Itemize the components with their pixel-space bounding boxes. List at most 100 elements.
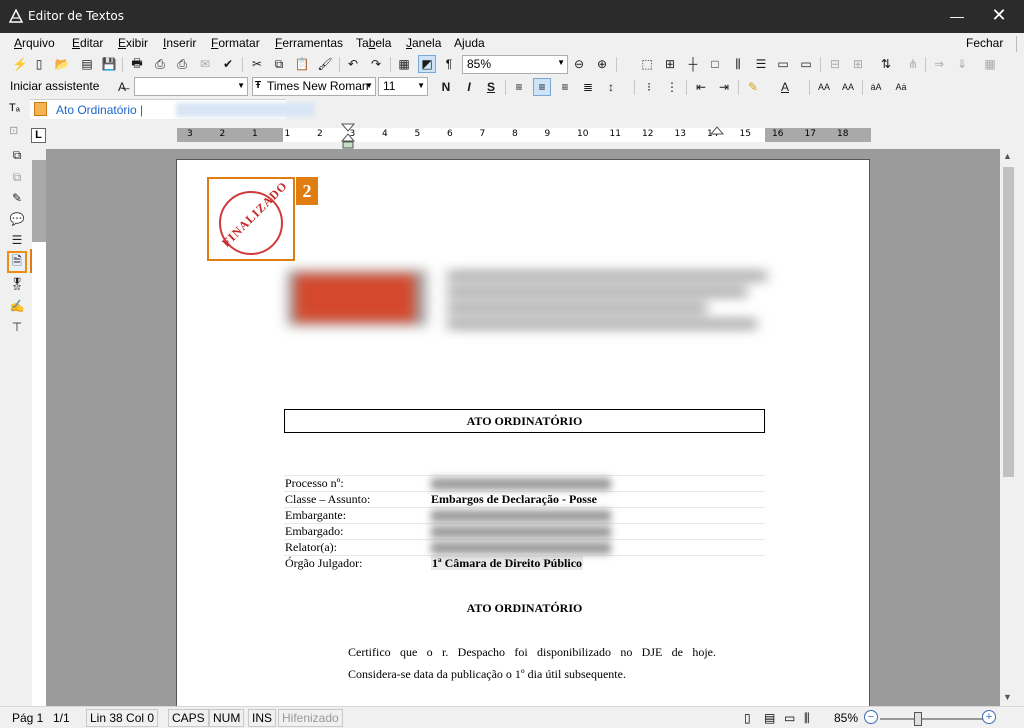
tab-ato-ordinatorio[interactable]: Ato Ordinatório |	[30, 99, 314, 119]
grow-font-icon[interactable]: AA	[815, 78, 833, 96]
list-icon[interactable]: ☰	[8, 231, 26, 249]
font-style-icon[interactable]: A̶	[113, 78, 131, 96]
spellcheck-icon[interactable]: ✔	[219, 55, 237, 73]
magic-wand-icon[interactable]: ⚡	[11, 55, 29, 73]
merge-cells-icon[interactable]: ⊟	[826, 55, 844, 73]
redo-icon[interactable]: ↷	[367, 55, 385, 73]
print-layout-icon[interactable]: ▯	[744, 711, 751, 725]
save-icon[interactable]: 💾	[100, 55, 118, 73]
delete-table-icon[interactable]: ▭	[797, 55, 815, 73]
paragraph-mark-icon[interactable]: ¶	[440, 55, 458, 73]
subscript-icon[interactable]: Aȧ	[892, 78, 910, 96]
bullets-icon[interactable]: ⁝	[640, 78, 658, 96]
undo-icon[interactable]: ↶	[344, 55, 362, 73]
email-icon[interactable]: ✉	[196, 55, 214, 73]
arrow-right-icon[interactable]: ⇒	[930, 55, 948, 73]
sign-icon[interactable]: ✍	[8, 297, 26, 315]
grid-icon[interactable]: ▦	[981, 55, 999, 73]
scroll-up-icon[interactable]: ▲	[1003, 151, 1012, 161]
close-window-button[interactable]: ✕	[986, 5, 1012, 27]
highlight-icon[interactable]: ✎	[744, 78, 762, 96]
tree-icon[interactable]: ⋔	[904, 55, 922, 73]
arrow-down-icon[interactable]: ⇓	[953, 55, 971, 73]
indent-marker-icon[interactable]	[340, 123, 356, 149]
menu-arquivo[interactable]: Arquivo	[14, 36, 55, 50]
increase-indent-icon[interactable]: ⇥	[715, 78, 733, 96]
outline-layout-icon[interactable]: ▭	[784, 711, 795, 725]
open-icon[interactable]: ▤	[78, 55, 96, 73]
insert-row-icon[interactable]: ☰	[752, 55, 770, 73]
print-icon[interactable]: 🖶	[128, 55, 146, 73]
format-painter-icon[interactable]: 🖌	[316, 55, 334, 73]
insert-column-icon[interactable]: ⫼	[729, 55, 747, 73]
print-setup-icon[interactable]: ⎙	[173, 55, 191, 73]
award-icon[interactable]: 🎖	[8, 275, 26, 293]
zoom-out-icon[interactable]: ⊖	[570, 55, 588, 73]
justify-icon[interactable]: ≣	[579, 78, 597, 96]
superscript-icon[interactable]: ẚA	[867, 78, 885, 96]
distribute-icon[interactable]: ⇅	[877, 55, 895, 73]
draft-layout-icon[interactable]: ⫼	[804, 711, 810, 726]
split-cells-icon[interactable]: ⊞	[849, 55, 867, 73]
new-page-icon[interactable]: ⧉	[8, 146, 26, 164]
shrink-font-icon[interactable]: AA	[839, 78, 857, 96]
copy-page-icon[interactable]: ⧉	[8, 168, 26, 186]
web-layout-icon[interactable]: ▤	[764, 711, 775, 725]
tab-stop-selector[interactable]: L	[31, 128, 46, 143]
menu-exibir[interactable]: Exibir	[118, 36, 148, 50]
open-folder-icon[interactable]: 📂	[53, 55, 71, 73]
menu-ajuda[interactable]: Ajuda	[454, 36, 485, 50]
right-indent-icon[interactable]	[709, 123, 725, 139]
show-hide-icon[interactable]: ◩	[418, 55, 436, 73]
align-left-icon[interactable]: ≡	[510, 78, 528, 96]
line-spacing-icon[interactable]: ↕	[602, 78, 620, 96]
horizontal-ruler[interactable]: 321123456789101112131415161718	[177, 128, 871, 142]
underline-button[interactable]: S	[482, 78, 500, 96]
new-document-icon[interactable]: ▯	[30, 55, 48, 73]
document-page[interactable]: FINALIZADO 2 ATO ORDINATÓRIO Processo nº…	[176, 159, 870, 706]
table-select-icon[interactable]: ⬚	[638, 55, 656, 73]
menu-janela[interactable]: Janela	[406, 36, 441, 50]
vertical-ruler[interactable]	[32, 160, 46, 706]
align-center-icon[interactable]: ≡	[533, 78, 551, 96]
table-grid-icon[interactable]: ⊞	[661, 55, 679, 73]
zoom-out-button[interactable]: −	[864, 710, 878, 724]
table-icon[interactable]: ▦	[395, 55, 413, 73]
cut-icon[interactable]: ✂	[248, 55, 266, 73]
edit-doc-icon[interactable]: ✎	[8, 189, 26, 207]
font-color-icon[interactable]: A	[776, 78, 794, 96]
minimize-button[interactable]: —	[946, 8, 968, 26]
insert-field-icon[interactable]: ⊡	[9, 124, 18, 137]
copy-icon[interactable]: ⧉	[270, 55, 288, 73]
scroll-down-icon[interactable]: ▼	[1003, 692, 1012, 702]
scroll-thumb[interactable]	[1003, 167, 1014, 477]
italic-button[interactable]: I	[460, 78, 478, 96]
font-size-combo[interactable]: 11 ▼	[378, 77, 428, 96]
menu-ferramentas[interactable]: Ferramentas	[275, 36, 343, 50]
comment-icon[interactable]: 💬	[8, 210, 26, 228]
vertical-scrollbar[interactable]: ▲ ▼	[1000, 149, 1017, 706]
menu-editar[interactable]: Editar	[72, 36, 103, 50]
delete-row-icon[interactable]: ▭	[774, 55, 792, 73]
zoom-slider[interactable]	[880, 712, 990, 726]
paste-icon[interactable]: 📋	[293, 55, 311, 73]
table-border-icon[interactable]: □	[706, 55, 724, 73]
insert-cross-icon[interactable]: ┼	[684, 55, 702, 73]
finalize-document-button[interactable]: 🗎	[7, 251, 27, 273]
bold-button[interactable]: N	[437, 78, 455, 96]
zoom-in-icon[interactable]: ⊕	[593, 55, 611, 73]
insert-text-icon[interactable]: ⊤	[8, 318, 26, 336]
font-combo[interactable]: Ŧ Times New Roman ▼	[252, 77, 376, 96]
decrease-indent-icon[interactable]: ⇤	[692, 78, 710, 96]
numbering-icon[interactable]: ⋮	[663, 78, 681, 96]
zoom-in-button[interactable]: +	[982, 710, 996, 724]
style-combo[interactable]: ▼	[134, 77, 248, 96]
align-right-icon[interactable]: ≡	[556, 78, 574, 96]
assistant-button[interactable]: Iniciar assistente	[10, 79, 99, 93]
zoom-combo[interactable]: 85% ▼	[462, 55, 568, 74]
zoom-slider-knob[interactable]	[914, 712, 922, 726]
menu-formatar[interactable]: Formatar	[211, 36, 260, 50]
print-preview-icon[interactable]: ⎙	[151, 55, 169, 73]
menu-tabela[interactable]: Tabela	[356, 36, 391, 50]
close-document-button[interactable]: Fechar	[966, 36, 1003, 50]
